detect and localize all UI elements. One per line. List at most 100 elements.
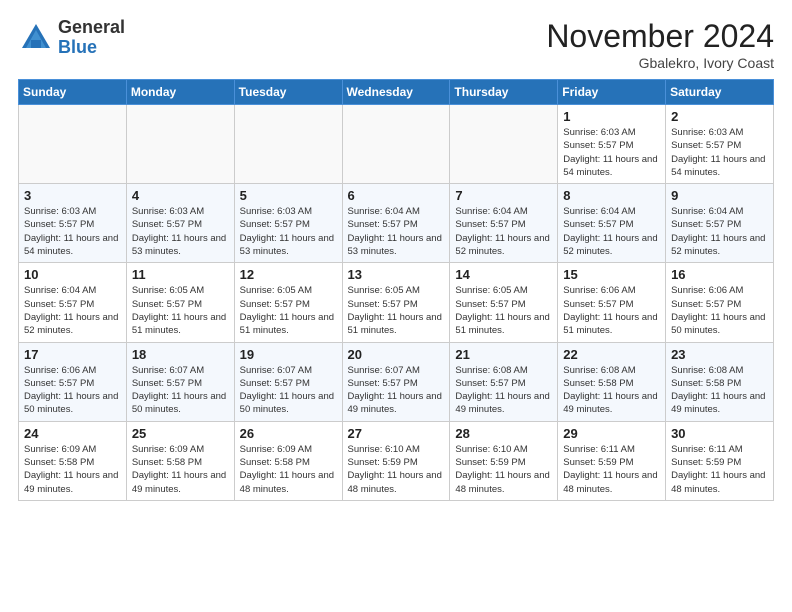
day-info: Sunrise: 6:11 AMSunset: 5:59 PMDaylight:… xyxy=(671,443,768,496)
day-number: 17 xyxy=(24,347,121,362)
sunset: Sunset: 5:57 PM xyxy=(455,378,525,389)
calendar-week-4: 24Sunrise: 6:09 AMSunset: 5:58 PMDayligh… xyxy=(19,421,774,500)
daylight: Daylight: 11 hours and 48 minutes. xyxy=(563,470,657,494)
day-number: 24 xyxy=(24,426,121,441)
sunrise: Sunrise: 6:03 AM xyxy=(240,206,312,217)
page: General Blue November 2024 Gbalekro, Ivo… xyxy=(0,0,792,511)
sunrise: Sunrise: 6:11 AM xyxy=(671,444,743,455)
calendar-day: 7Sunrise: 6:04 AMSunset: 5:57 PMDaylight… xyxy=(450,184,558,263)
sunset: Sunset: 5:57 PM xyxy=(455,219,525,230)
day-info: Sunrise: 6:09 AMSunset: 5:58 PMDaylight:… xyxy=(132,443,229,496)
calendar-week-1: 3Sunrise: 6:03 AMSunset: 5:57 PMDaylight… xyxy=(19,184,774,263)
calendar-day: 15 Sunrise: 6:06 AMSunset: 5:57 PMDayligh… xyxy=(558,263,666,342)
day-number: 12 xyxy=(240,267,337,282)
sunrise: Sunrise: 6:07 AM xyxy=(348,365,420,376)
daylight: Daylight: 11 hours and 51 minutes. xyxy=(132,312,226,336)
daylight: Daylight: 11 hours and 49 minutes. xyxy=(132,470,226,494)
calendar-day: 27Sunrise: 6:10 AMSunset: 5:59 PMDayligh… xyxy=(342,421,450,500)
day-number: 6 xyxy=(348,188,445,203)
daylight: Daylight: 11 hours and 53 minutes. xyxy=(240,233,334,257)
calendar-day: 12Sunrise: 6:05 AMSunset: 5:57 PMDayligh… xyxy=(234,263,342,342)
day-info: Sunrise: 6:06 AMSunset: 5:57 PMDaylight:… xyxy=(563,284,660,337)
daylight: Daylight: 11 hours and 54 minutes. xyxy=(671,154,765,178)
sunrise: Sunrise: 6:10 AM xyxy=(348,444,420,455)
calendar-day xyxy=(19,105,127,184)
day-number: 30 xyxy=(671,426,768,441)
day-number: 5 xyxy=(240,188,337,203)
day-number: 3 xyxy=(24,188,121,203)
sunrise: Sunrise: 6:06 AM xyxy=(563,285,635,296)
sunset: Sunset: 5:58 PM xyxy=(240,457,310,468)
sunset: Sunset: 5:58 PM xyxy=(671,378,741,389)
calendar-day: 2 Sunrise: 6:03 AMSunset: 5:57 PMDaylight… xyxy=(666,105,774,184)
calendar-week-3: 17 Sunrise: 6:06 AM Sunset: 5:57 PM Dayligh… xyxy=(19,342,774,421)
day-info: Sunrise: 6:04 AM Sunset: 5:57 PM Daylight:… xyxy=(671,205,768,258)
sunrise: Sunrise: 6:04 AM xyxy=(671,206,743,217)
day-number: 14 xyxy=(455,267,552,282)
daylight: Daylight: 11 hours and 54 minutes. xyxy=(24,233,118,257)
day-info: Sunrise: 6:04 AMSunset: 5:57 PMDaylight:… xyxy=(563,205,660,258)
calendar-day: 26Sunrise: 6:09 AMSunset: 5:58 PMDayligh… xyxy=(234,421,342,500)
day-info: Sunrise: 6:07 AMSunset: 5:57 PMDaylight:… xyxy=(240,364,337,417)
sunset: Sunset: 5:58 PM xyxy=(563,378,633,389)
calendar-day: 22Sunrise: 6:08 AMSunset: 5:58 PMDayligh… xyxy=(558,342,666,421)
daylight: Daylight: 11 hours and 49 minutes. xyxy=(455,391,549,415)
calendar-day: 25Sunrise: 6:09 AMSunset: 5:58 PMDayligh… xyxy=(126,421,234,500)
calendar-day: 17Sunrise: 6:06 AMSunset: 5:57 PMDayligh… xyxy=(19,342,127,421)
sunset: Sunset: 5:57 PM xyxy=(671,219,741,230)
calendar-day: 13Sunrise: 6:05 AMSunset: 5:57 PMDayligh… xyxy=(342,263,450,342)
day-number: 11 xyxy=(132,267,229,282)
sunset: Sunset: 5:57 PM xyxy=(348,299,418,310)
day-info: Sunrise: 6:04 AMSunset: 5:57 PMDaylight:… xyxy=(348,205,445,258)
daylight: Daylight: 11 hours and 51 minutes. xyxy=(348,312,442,336)
day-number: 18 xyxy=(132,347,229,362)
calendar-day: 5 Sunrise: 6:03 AM Sunset: 5:57 PM Daylight… xyxy=(234,184,342,263)
day-info: Sunrise: 6:08 AM Sunset: 5:57 PM Daylight:… xyxy=(455,364,552,417)
calendar-day: 10Sunrise: 6:04 AMSunset: 5:57 PMDayligh… xyxy=(19,263,127,342)
sunrise: Sunrise: 6:09 AM xyxy=(132,444,204,455)
calendar-header-friday: Friday xyxy=(558,80,666,105)
day-info: Sunrise: 6:08 AMSunset: 5:58 PMDaylight:… xyxy=(563,364,660,417)
sunset: Sunset: 5:57 PM xyxy=(671,140,741,151)
day-number: 2 xyxy=(671,109,768,124)
calendar-header-row: SundayMondayTuesdayWednesdayThursdayFrid… xyxy=(19,80,774,105)
day-info: Sunrise: 6:09 AMSunset: 5:58 PMDaylight:… xyxy=(24,443,121,496)
sunrise: Sunrise: 6:06 AM xyxy=(24,365,96,376)
sunrise: Sunrise: 6:03 AM xyxy=(132,206,204,217)
calendar-day: 30Sunrise: 6:11 AMSunset: 5:59 PMDayligh… xyxy=(666,421,774,500)
sunset: Sunset: 5:57 PM xyxy=(240,219,310,230)
sunrise: Sunrise: 6:05 AM xyxy=(240,285,312,296)
day-info: Sunrise: 6:03 AMSunset: 5:57 PMDaylight:… xyxy=(24,205,121,258)
sunrise: Sunrise: 6:08 AM xyxy=(563,365,635,376)
sunset: Sunset: 5:57 PM xyxy=(24,378,94,389)
calendar-header-saturday: Saturday xyxy=(666,80,774,105)
day-info: Sunrise: 6:05 AMSunset: 5:57 PMDaylight:… xyxy=(132,284,229,337)
day-number: 15 xyxy=(563,267,660,282)
daylight: Daylight: 11 hours and 52 minutes. xyxy=(563,233,657,257)
calendar-day xyxy=(450,105,558,184)
daylight: Daylight: 11 hours and 48 minutes. xyxy=(455,470,549,494)
sunrise: Sunrise: 6:08 AM xyxy=(455,365,527,376)
sunset: Sunset: 5:57 PM xyxy=(24,299,94,310)
day-number: 23 xyxy=(671,347,768,362)
daylight: Daylight: 11 hours and 49 minutes. xyxy=(348,391,442,415)
day-info: Sunrise: 6:07 AM Sunset: 5:57 PM Daylight:… xyxy=(348,364,445,417)
calendar-header-wednesday: Wednesday xyxy=(342,80,450,105)
day-info: Sunrise: 6:08 AMSunset: 5:58 PMDaylight:… xyxy=(671,364,768,417)
day-number: 29 xyxy=(563,426,660,441)
day-info: Sunrise: 6:03 AMSunset: 5:57 PMDaylight:… xyxy=(132,205,229,258)
calendar-day: 11 Sunrise: 6:05 AMSunset: 5:57 PMDayligh… xyxy=(126,263,234,342)
sunset: Sunset: 5:59 PM xyxy=(671,457,741,468)
day-number: 21 xyxy=(455,347,552,362)
logo-line2: Blue xyxy=(58,38,125,58)
calendar-header-thursday: Thursday xyxy=(450,80,558,105)
day-info: Sunrise: 6:03 AMSunset: 5:57 PMDaylight:… xyxy=(671,126,768,179)
calendar-day: 28Sunrise: 6:10 AMSunset: 5:59 PMDayligh… xyxy=(450,421,558,500)
daylight: Daylight: 11 hours and 52 minutes. xyxy=(671,233,765,257)
daylight: Daylight: 11 hours and 49 minutes. xyxy=(24,470,118,494)
sunrise: Sunrise: 6:05 AM xyxy=(132,285,204,296)
sunset: Sunset: 5:57 PM xyxy=(455,299,525,310)
daylight: Daylight: 11 hours and 50 minutes. xyxy=(132,391,226,415)
sunset: Sunset: 5:57 PM xyxy=(348,378,418,389)
sunset: Sunset: 5:57 PM xyxy=(671,299,741,310)
